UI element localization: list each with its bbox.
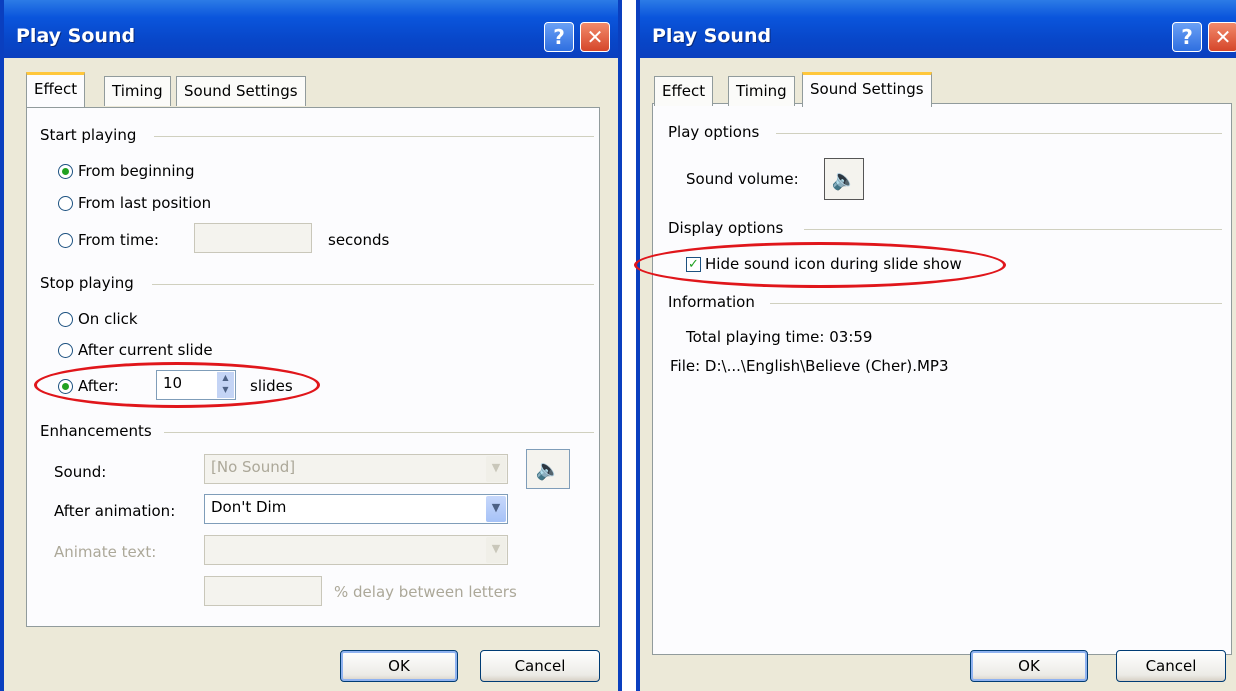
radio-selected[interactable]	[58, 378, 73, 394]
dialog-title: Play Sound	[652, 25, 772, 47]
cancel-button[interactable]: Cancel	[480, 650, 600, 682]
dialog-title: Play Sound	[16, 25, 136, 47]
sound-volume-label: Sound volume:	[686, 170, 799, 188]
close-icon[interactable]: ✕	[1208, 22, 1236, 52]
slides-label: slides	[250, 377, 293, 395]
speaker-icon[interactable]: 🔈	[526, 449, 570, 489]
play-sound-dialog-effect: Play Sound ? ✕ Effect Timing Sound Setti…	[0, 0, 622, 691]
on-click-label: On click	[78, 310, 138, 328]
divider	[152, 284, 594, 285]
tab-timing[interactable]: Timing	[104, 76, 171, 106]
chevron-down-icon[interactable]: ▼	[486, 456, 506, 482]
from-beginning-option[interactable]: From beginning	[58, 162, 195, 180]
delay-label: % delay between letters	[334, 583, 517, 601]
on-click-option[interactable]: On click	[58, 310, 138, 328]
enhancements-label: Enhancements	[40, 422, 152, 440]
chevron-down-icon[interactable]: ▼	[486, 537, 506, 563]
after-animation-value: Don't Dim	[211, 498, 287, 516]
animate-text-label: Animate text:	[54, 543, 157, 561]
divider	[770, 303, 1222, 304]
hide-sound-icon-label: Hide sound icon during slide show	[705, 255, 962, 273]
stop-playing-label: Stop playing	[40, 274, 134, 292]
tab-sound-settings[interactable]: Sound Settings	[176, 76, 306, 106]
tab-effect[interactable]: Effect	[654, 76, 714, 106]
from-time-input[interactable]	[194, 223, 312, 253]
information-label: Information	[668, 293, 755, 311]
after-current-slide-option[interactable]: After current slide	[58, 341, 213, 359]
from-time-option[interactable]: From time:	[58, 231, 159, 249]
speaker-icon[interactable]: 🔈	[824, 158, 864, 200]
divider	[804, 229, 1222, 230]
display-options-label: Display options	[668, 219, 784, 237]
after-animation-dropdown[interactable]: Don't Dim ▼	[204, 494, 508, 524]
after-current-slide-label: After current slide	[78, 341, 213, 359]
play-options-label: Play options	[668, 123, 760, 141]
hide-sound-icon-option[interactable]: ✓ Hide sound icon during slide show	[686, 255, 962, 273]
help-icon[interactable]: ?	[544, 22, 574, 52]
cancel-button[interactable]: Cancel	[1116, 650, 1226, 682]
radio[interactable]	[58, 232, 73, 248]
radio[interactable]	[58, 342, 73, 358]
title-bar: Play Sound ? ✕	[640, 0, 1236, 58]
after-animation-label: After animation:	[54, 502, 176, 520]
checkbox-checked[interactable]: ✓	[686, 256, 701, 272]
spin-arrows-icon[interactable]: ▲ ▼	[217, 372, 234, 398]
seconds-label: seconds	[328, 231, 390, 249]
title-bar: Play Sound ? ✕	[4, 0, 618, 58]
radio[interactable]	[58, 311, 73, 327]
divider	[776, 133, 1222, 134]
sound-dropdown[interactable]: [No Sound] ▼	[204, 454, 508, 484]
from-beginning-label: From beginning	[78, 162, 195, 180]
after-label: After:	[78, 377, 119, 395]
total-playing-time: Total playing time: 03:59	[686, 328, 873, 346]
from-time-label: From time:	[78, 231, 159, 249]
tab-timing[interactable]: Timing	[728, 76, 795, 106]
ok-button[interactable]: OK	[340, 650, 458, 682]
ok-button[interactable]: OK	[970, 650, 1088, 682]
file-path: File: D:\...\English\Believe (Cher).MP3	[670, 357, 949, 375]
from-last-position-label: From last position	[78, 194, 212, 212]
start-playing-label: Start playing	[40, 126, 137, 144]
delay-input[interactable]	[204, 576, 322, 606]
radio[interactable]	[58, 195, 73, 211]
divider	[154, 136, 594, 137]
after-slides-stepper[interactable]: 10 ▲ ▼	[156, 370, 236, 400]
sound-value: [No Sound]	[211, 458, 296, 476]
after-slides-value: 10	[163, 374, 183, 392]
animate-text-dropdown[interactable]: ▼	[204, 535, 508, 565]
close-icon[interactable]: ✕	[580, 22, 610, 52]
radio-selected[interactable]	[58, 163, 73, 179]
after-option[interactable]: After:	[58, 377, 119, 395]
divider	[164, 432, 594, 433]
chevron-down-icon[interactable]: ▼	[486, 496, 506, 522]
sound-label: Sound:	[54, 463, 107, 481]
tab-effect[interactable]: Effect	[26, 72, 86, 107]
from-last-position-option[interactable]: From last position	[58, 194, 211, 212]
tab-sound-settings[interactable]: Sound Settings	[802, 72, 932, 107]
help-icon[interactable]: ?	[1172, 22, 1202, 52]
play-sound-dialog-sound-settings: Play Sound ? ✕ Effect Timing Sound Setti…	[634, 0, 1236, 691]
